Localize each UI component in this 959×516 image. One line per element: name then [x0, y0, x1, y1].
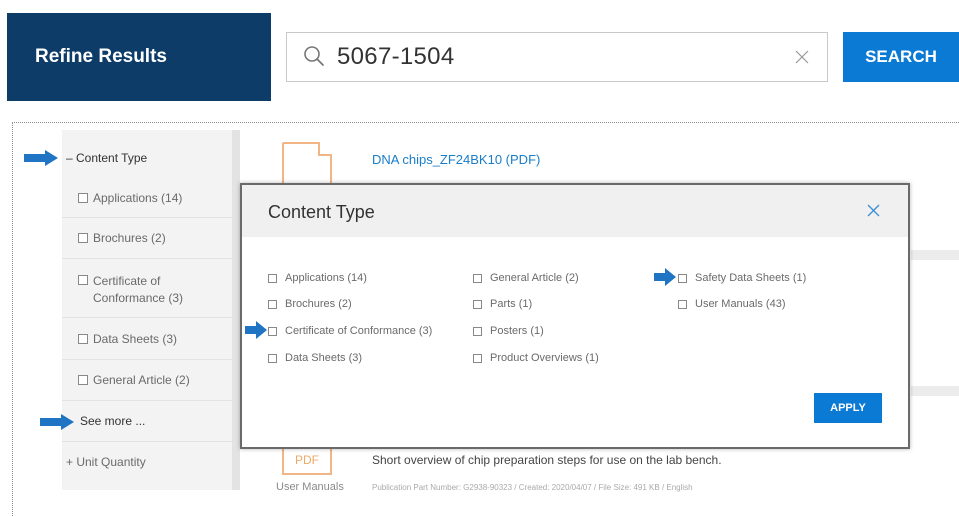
sidebar-item-label: Certificate of Conformance (3) — [93, 274, 184, 305]
modal-option-general-article[interactable]: General Article (2) — [473, 272, 579, 284]
sidebar-item-label: General Article (2) — [93, 373, 190, 387]
apply-button[interactable]: APPLY — [814, 393, 882, 423]
checkbox[interactable] — [473, 273, 482, 283]
unit-quantity-label: + Unit Quantity — [66, 455, 146, 469]
modal-option-data-sheets[interactable]: Data Sheets (3) — [268, 352, 362, 364]
page: Refine Results 5067-1504 SEARCH – Conten… — [0, 0, 959, 516]
checkbox[interactable] — [473, 326, 482, 336]
sidebar-item-certificate[interactable]: Certificate of Conformance (3) — [62, 259, 232, 318]
sidebar-item-brochures[interactable]: Brochures (2) — [62, 218, 232, 259]
search-query-text[interactable]: 5067-1504 — [337, 43, 454, 71]
option-label: Product Overviews (1) — [490, 352, 599, 364]
checkbox[interactable] — [473, 299, 482, 309]
sidebar-item-data-sheets[interactable]: Data Sheets (3) — [62, 318, 232, 360]
checkbox[interactable] — [268, 273, 277, 283]
modal-option-brochures[interactable]: Brochures (2) — [268, 298, 352, 310]
see-more-label: See more ... — [80, 414, 146, 428]
pdf-icon-label: PDF — [295, 453, 319, 467]
option-label: Posters (1) — [490, 325, 544, 337]
sidebar-item-label: Data Sheets (3) — [93, 331, 178, 346]
search-button[interactable]: SEARCH — [843, 32, 959, 82]
sidebar-heading-label: – Content Type — [66, 151, 148, 165]
result-metadata: Publication Part Number: G2938-90323 / C… — [372, 483, 693, 492]
option-label: Parts (1) — [490, 298, 533, 310]
option-label: General Article (2) — [490, 272, 579, 284]
pdf-file-icon[interactable]: PDF — [282, 445, 332, 475]
checkbox[interactable] — [78, 233, 88, 243]
checkbox[interactable] — [678, 273, 687, 283]
sidebar-item-label: Applications (14) — [93, 190, 183, 205]
arrow-right-icon — [24, 150, 58, 166]
sidebar-unit-quantity[interactable]: + Unit Quantity — [62, 442, 232, 482]
checkbox[interactable] — [78, 375, 88, 385]
option-label: Brochures (2) — [285, 298, 352, 310]
option-label: Data Sheets (3) — [285, 352, 363, 364]
divider — [911, 386, 959, 396]
sidebar-content-type-heading[interactable]: – Content Type — [62, 138, 232, 178]
result-description: Short overview of chip preparation steps… — [372, 453, 722, 467]
modal-option-certificate[interactable]: Certificate of Conformance (3) — [268, 325, 432, 337]
modal-title: Content Type — [268, 202, 375, 222]
modal-option-safety-data-sheets[interactable]: Safety Data Sheets (1) — [678, 272, 806, 284]
refine-results-header: Refine Results — [7, 13, 271, 101]
modal-option-posters[interactable]: Posters (1) — [473, 325, 544, 337]
sidebar-scrollbar[interactable] — [232, 130, 240, 490]
sidebar-item-label: Brochures (2) — [93, 231, 166, 245]
modal-option-product-overviews[interactable]: Product Overviews (1) — [473, 352, 599, 364]
see-more-link[interactable]: See more ... — [62, 401, 232, 442]
modal-option-user-manuals[interactable]: User Manuals (43) — [678, 298, 785, 310]
pdf-file-icon[interactable] — [282, 142, 332, 184]
sidebar-item-applications[interactable]: Applications (14) — [62, 178, 232, 218]
modal-option-applications[interactable]: Applications (14) — [268, 272, 367, 284]
content-type-modal: Content Type Applications (14) Brochures… — [240, 183, 910, 449]
checkbox[interactable] — [78, 192, 88, 203]
checkbox[interactable] — [268, 326, 277, 336]
result-category: User Manuals — [276, 481, 344, 493]
sidebar-item-general-article[interactable]: General Article (2) — [62, 360, 232, 401]
modal-header: Content Type — [242, 185, 908, 237]
result-title-link[interactable]: DNA chips_ZF24BK10 (PDF) — [372, 152, 540, 167]
search-icon — [304, 46, 324, 66]
close-icon[interactable] — [867, 204, 880, 217]
option-label: Certificate of Conformance (3) — [285, 325, 433, 337]
modal-option-parts[interactable]: Parts (1) — [473, 298, 532, 310]
checkbox[interactable] — [268, 299, 277, 309]
clear-icon[interactable] — [795, 50, 809, 64]
arrow-right-icon — [654, 268, 676, 286]
checkbox[interactable] — [78, 275, 88, 285]
divider — [911, 250, 959, 260]
checkbox[interactable] — [268, 353, 277, 363]
arrow-right-icon — [245, 321, 267, 339]
option-label: Applications (14) — [285, 272, 367, 284]
checkbox[interactable] — [473, 353, 482, 363]
search-input[interactable]: 5067-1504 — [286, 32, 828, 82]
option-label: User Manuals (43) — [695, 298, 786, 310]
refine-results-title: Refine Results — [35, 46, 167, 67]
checkbox[interactable] — [678, 299, 687, 309]
checkbox[interactable] — [78, 333, 88, 344]
option-label: Safety Data Sheets (1) — [695, 272, 807, 284]
